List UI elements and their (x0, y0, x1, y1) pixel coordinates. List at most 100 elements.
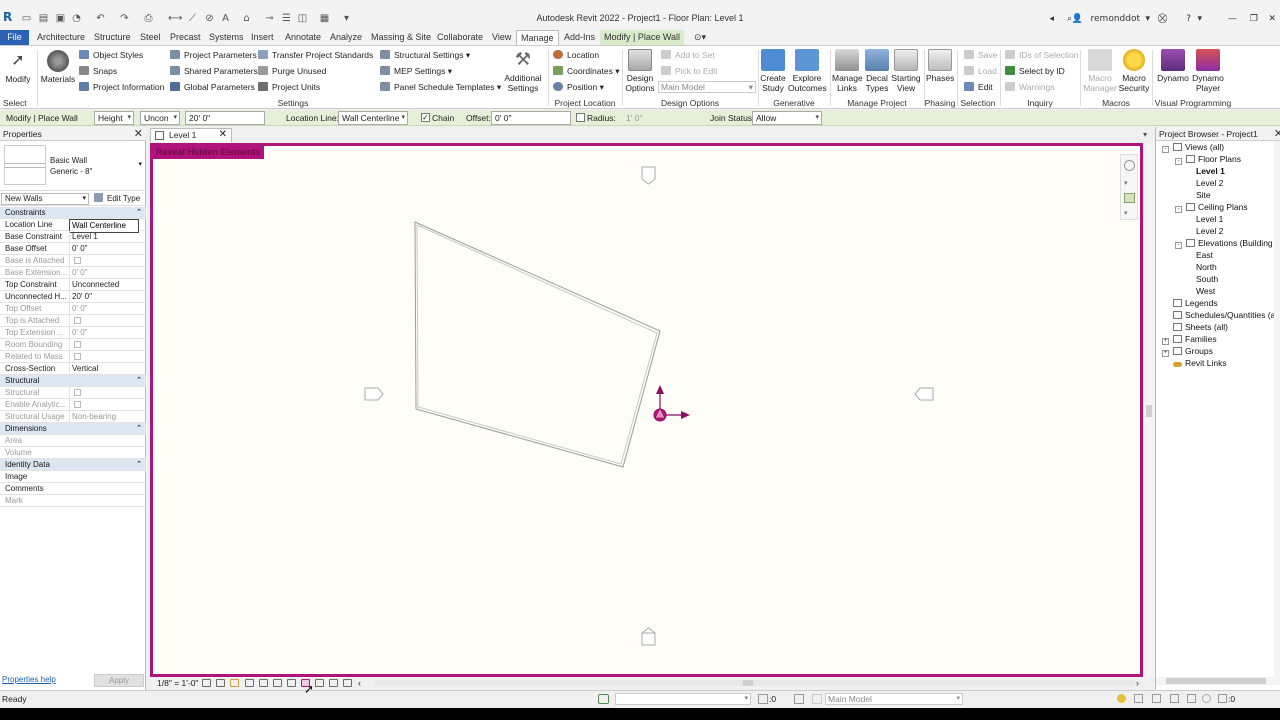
user-name[interactable]: remonddot (1091, 12, 1140, 26)
user-dropdown-icon[interactable]: ▾ (1145, 12, 1150, 26)
project-base-point-icon[interactable] (653, 385, 690, 422)
highlight-displacement-icon[interactable] (343, 679, 352, 687)
global-parameters-button[interactable]: Global Parameters (170, 82, 255, 92)
scroll-left-icon[interactable]: ‹ (358, 677, 361, 689)
materials-button[interactable]: Materials (40, 50, 76, 84)
browser-node[interactable]: Revit Links (1162, 357, 1227, 369)
property-row[interactable]: Cross-Section Vertical (0, 363, 146, 375)
browser-node[interactable]: Level 2 (1196, 177, 1223, 189)
filter-icon[interactable] (1218, 694, 1227, 703)
tab-massing-site[interactable]: Massing & Site (367, 30, 435, 45)
top-constraint-select[interactable]: Uncon ▾ (140, 111, 180, 125)
tab-systems[interactable]: Systems (205, 30, 248, 45)
visual-style-icon[interactable] (216, 679, 225, 687)
property-row[interactable]: Base is Attached (0, 255, 146, 267)
property-row[interactable]: Area (0, 435, 146, 447)
tab-insert[interactable]: Insert (247, 30, 278, 45)
close-button[interactable]: ✕ (1268, 12, 1276, 26)
worksharing-display-icon[interactable] (315, 679, 324, 687)
tab-architecture[interactable]: Architecture (33, 30, 89, 45)
collapse-icon[interactable]: - (1175, 242, 1182, 249)
design-option-status-select[interactable]: Main Model ▾ (825, 693, 963, 705)
property-row[interactable]: Enable Analytic... (0, 399, 146, 411)
elevation-marker-east[interactable] (914, 387, 934, 401)
instance-selector[interactable]: New Walls ▾ (1, 193, 89, 205)
apply-button[interactable]: Apply (94, 674, 144, 687)
editable-only-icon[interactable] (758, 694, 768, 704)
project-units-button[interactable]: Project Units (258, 82, 320, 92)
property-value[interactable]: Unconnected (69, 279, 139, 291)
design-option-select[interactable]: Main Model ▾ (658, 81, 756, 93)
detail-level-icon[interactable] (202, 679, 211, 687)
select-by-face-icon[interactable] (1170, 694, 1179, 703)
browser-node[interactable]: Sheets (all) (1162, 321, 1228, 333)
project-information-button[interactable]: Project Information (79, 82, 164, 92)
property-value[interactable]: Non-bearing (69, 411, 139, 423)
property-checkbox[interactable] (74, 353, 81, 360)
select-pinned-icon[interactable] (1152, 694, 1161, 703)
property-row[interactable]: Image (0, 471, 146, 483)
nav-dropdown-icon[interactable]: ▾ (1124, 179, 1128, 187)
decal-types-button[interactable]: Decal Types (864, 49, 890, 93)
browser-node[interactable]: - Views (all) (1162, 141, 1224, 153)
show-crop-region-icon[interactable] (273, 679, 282, 687)
close-icon[interactable]: ✕ (134, 127, 143, 140)
tab-manage[interactable]: Manage (516, 30, 559, 45)
property-checkbox[interactable] (74, 389, 81, 396)
background-processes-icon[interactable] (1202, 694, 1211, 703)
collapse-icon[interactable]: ⌃ (136, 375, 142, 387)
design-options-status-icon[interactable] (794, 694, 804, 704)
sun-path-icon[interactable] (230, 679, 239, 687)
browser-node[interactable]: East (1196, 249, 1213, 261)
browser-node[interactable]: - Elevations (Building Elevation) (1175, 237, 1280, 249)
coordinates-button[interactable]: Coordinates ▾ (553, 66, 619, 76)
position-button[interactable]: Position ▾ (553, 82, 604, 92)
wall-outline-outer[interactable] (414, 221, 661, 468)
vertical-scroll-thumb[interactable] (1146, 405, 1152, 417)
help-dropdown-icon[interactable]: ▾ (1197, 12, 1202, 26)
property-value[interactable] (69, 255, 139, 267)
property-row[interactable]: Volume (0, 447, 146, 459)
tab-level-1[interactable]: Level 1 ✕ (150, 128, 232, 142)
collapse-icon[interactable]: ⌃ (136, 207, 142, 219)
dynamo-button[interactable]: Dynamo (1156, 49, 1190, 83)
browser-node[interactable]: Site (1196, 189, 1211, 201)
property-category[interactable]: Identity Data ⌃ (0, 459, 146, 471)
purge-unused-button[interactable]: Purge Unused (258, 66, 326, 76)
property-checkbox[interactable] (74, 341, 81, 348)
starting-view-button[interactable]: Starting View (891, 49, 921, 93)
property-value[interactable]: 0' 0" (69, 267, 139, 279)
tab-view[interactable]: View (488, 30, 515, 45)
create-study-button[interactable]: Create Study (760, 49, 786, 93)
load-selection-button[interactable]: Load (964, 66, 997, 76)
browser-node[interactable]: - Ceiling Plans (1175, 201, 1248, 213)
edit-type-button[interactable]: Edit Type (94, 193, 140, 205)
property-value[interactable] (69, 387, 139, 399)
radius-checkbox[interactable] (576, 113, 585, 122)
collapse-icon[interactable]: ⌃ (136, 459, 142, 471)
property-category[interactable]: Dimensions ⌃ (0, 423, 146, 435)
elevation-marker-south[interactable] (641, 627, 656, 646)
tab-analyze[interactable]: Analyze (326, 30, 366, 45)
property-value[interactable]: 0' 0" (69, 303, 139, 315)
additional-settings-button[interactable]: ⚒ Additional Settings (502, 49, 544, 93)
browser-node[interactable]: Level 1 (1196, 165, 1225, 177)
cart-icon[interactable]: ⛒ (1158, 12, 1167, 26)
macro-manager-button[interactable]: Macro Manager (1082, 49, 1118, 93)
properties-help-link[interactable]: Properties help (2, 675, 56, 684)
property-value[interactable] (69, 399, 139, 411)
tab-steel[interactable]: Steel (136, 30, 165, 45)
property-checkbox[interactable] (74, 257, 81, 264)
property-value[interactable] (69, 339, 139, 351)
close-view-icon[interactable]: ✕ (219, 129, 227, 141)
collapse-icon[interactable]: ⌃ (136, 423, 142, 435)
property-row[interactable]: Room Bounding (0, 339, 146, 351)
offset-input[interactable]: 0' 0" (491, 111, 571, 125)
transfer-standards-button[interactable]: Transfer Project Standards (258, 50, 373, 60)
expand-icon[interactable]: + (1162, 350, 1169, 357)
maximize-button[interactable]: ❐ (1250, 12, 1258, 26)
scroll-right-icon[interactable]: › (1136, 677, 1139, 689)
property-row[interactable]: Top Offset 0' 0" (0, 303, 146, 315)
view-scale[interactable]: 1/8" = 1'-0" (157, 677, 198, 689)
chain-checkbox[interactable]: ✓ (421, 113, 430, 122)
